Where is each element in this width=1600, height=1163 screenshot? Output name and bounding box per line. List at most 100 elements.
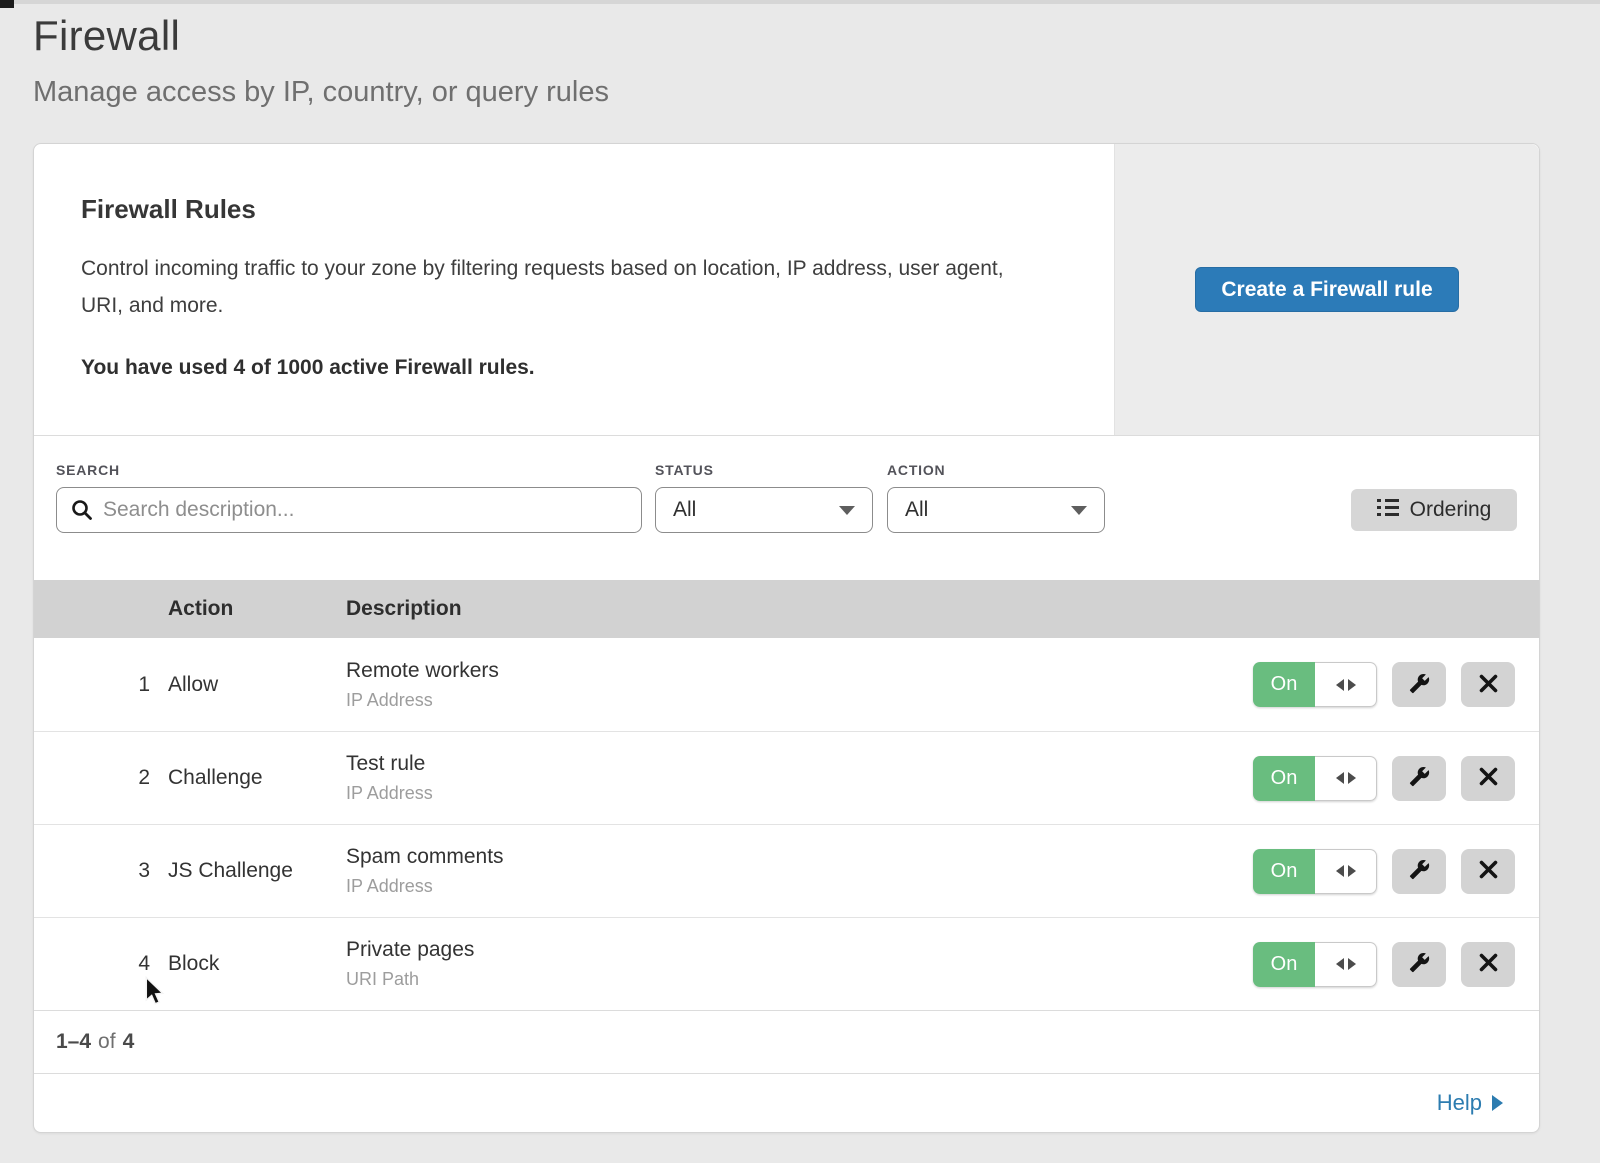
status-label: STATUS (655, 462, 873, 478)
description-column-header: Description (346, 597, 1219, 621)
hero-section: Firewall Rules Control incoming traffic … (34, 144, 1539, 436)
table-row: 3 JS Challenge Spam comments IP Address … (34, 824, 1539, 917)
rule-match-type: IP Address (346, 690, 1219, 711)
list-ordering-icon (1377, 498, 1399, 523)
arrow-right-icon (1348, 865, 1356, 877)
rule-description: Remote workers (346, 659, 1219, 683)
rule-description: Private pages (346, 938, 1219, 962)
help-link[interactable]: Help (1437, 1090, 1503, 1116)
help-link-label: Help (1437, 1090, 1482, 1116)
rule-priority: 1 (34, 673, 168, 697)
edit-rule-button[interactable] (1392, 662, 1446, 707)
arrow-right-icon (1348, 679, 1356, 691)
search-icon (71, 499, 93, 521)
rule-priority: 2 (34, 766, 168, 790)
hero-title: Firewall Rules (81, 194, 1054, 225)
pagination-total: 4 (123, 1030, 135, 1054)
action-filter-field: ACTION All (887, 462, 1105, 533)
ordering-button-label: Ordering (1410, 498, 1492, 522)
page-title: Firewall (33, 12, 1600, 60)
rule-controls: On (1219, 849, 1539, 894)
search-label: SEARCH (56, 462, 642, 478)
status-selected-value: All (673, 498, 696, 522)
action-column-header: Action (168, 597, 346, 621)
rule-match-type: IP Address (346, 783, 1219, 804)
rule-description-cell: Test rule IP Address (346, 752, 1219, 804)
rule-enabled-toggle[interactable]: On (1253, 942, 1377, 987)
rule-description-cell: Private pages URI Path (346, 938, 1219, 990)
delete-rule-button[interactable] (1461, 756, 1515, 801)
search-field: SEARCH (56, 462, 642, 533)
filters-bar: SEARCH STATUS All ACTION All (34, 436, 1539, 580)
toggle-on-label: On (1253, 942, 1315, 987)
toggle-on-label: On (1253, 756, 1315, 801)
action-selected-value: All (905, 498, 928, 522)
rule-enabled-toggle[interactable]: On (1253, 849, 1377, 894)
toggle-handle[interactable] (1315, 662, 1377, 707)
rule-match-type: IP Address (346, 876, 1219, 897)
window-top-edge (0, 0, 1600, 4)
rule-action: Allow (168, 673, 346, 697)
hero-description: Control incoming traffic to your zone by… (81, 250, 1031, 324)
rule-description: Spam comments (346, 845, 1219, 869)
rule-action: JS Challenge (168, 859, 346, 883)
toggle-on-label: On (1253, 849, 1315, 894)
rules-usage-text: You have used 4 of 1000 active Firewall … (81, 356, 1054, 380)
chevron-down-icon (839, 506, 855, 515)
search-input[interactable] (56, 487, 642, 533)
help-arrow-icon (1492, 1095, 1503, 1111)
delete-rule-button[interactable] (1461, 849, 1515, 894)
pagination-of: of (98, 1030, 116, 1054)
hero-text-block: Firewall Rules Control incoming traffic … (34, 144, 1114, 435)
toggle-handle[interactable] (1315, 756, 1377, 801)
help-bar: Help (34, 1073, 1539, 1132)
toggle-handle[interactable] (1315, 942, 1377, 987)
toggle-handle[interactable] (1315, 849, 1377, 894)
status-select[interactable]: All (655, 487, 873, 533)
delete-rule-button[interactable] (1461, 662, 1515, 707)
arrow-left-icon (1336, 865, 1344, 877)
close-icon (1479, 953, 1498, 975)
rule-priority: 3 (34, 859, 168, 883)
edit-rule-button[interactable] (1392, 756, 1446, 801)
arrow-left-icon (1336, 958, 1344, 970)
edit-rule-button[interactable] (1392, 849, 1446, 894)
rule-action: Challenge (168, 766, 346, 790)
pagination-bar: 1–4 of 4 (34, 1010, 1539, 1073)
edit-rule-button[interactable] (1392, 942, 1446, 987)
rule-description-cell: Remote workers IP Address (346, 659, 1219, 711)
table-header-row: Action Description (34, 580, 1539, 638)
arrow-right-icon (1348, 772, 1356, 784)
table-row: 1 Allow Remote workers IP Address On (34, 638, 1539, 731)
close-icon (1479, 767, 1498, 789)
rule-controls: On (1219, 662, 1539, 707)
action-select[interactable]: All (887, 487, 1105, 533)
page-subtitle: Manage access by IP, country, or query r… (33, 76, 1600, 109)
close-icon (1479, 860, 1498, 882)
toggle-on-label: On (1253, 662, 1315, 707)
rule-enabled-toggle[interactable]: On (1253, 662, 1377, 707)
arrow-right-icon (1348, 958, 1356, 970)
hero-aside-panel: Create a Firewall rule (1114, 144, 1539, 435)
close-icon (1479, 674, 1498, 696)
rule-enabled-toggle[interactable]: On (1253, 756, 1377, 801)
pagination-range: 1–4 (56, 1030, 91, 1054)
arrow-left-icon (1336, 679, 1344, 691)
create-firewall-rule-button[interactable]: Create a Firewall rule (1195, 267, 1458, 312)
rule-priority: 4 (34, 952, 168, 976)
delete-rule-button[interactable] (1461, 942, 1515, 987)
table-row: 2 Challenge Test rule IP Address On (34, 731, 1539, 824)
wrench-icon (1409, 766, 1430, 790)
window-corner-artifact (0, 0, 14, 8)
page-header: Firewall Manage access by IP, country, o… (0, 0, 1600, 109)
rule-match-type: URI Path (346, 969, 1219, 990)
status-filter-field: STATUS All (655, 462, 873, 533)
action-label: ACTION (887, 462, 1105, 478)
rule-controls: On (1219, 756, 1539, 801)
ordering-button[interactable]: Ordering (1351, 489, 1517, 531)
wrench-icon (1409, 952, 1430, 976)
rule-controls: On (1219, 942, 1539, 987)
rule-description-cell: Spam comments IP Address (346, 845, 1219, 897)
rule-action: Block (168, 952, 346, 976)
firewall-rules-card: Firewall Rules Control incoming traffic … (33, 143, 1540, 1133)
